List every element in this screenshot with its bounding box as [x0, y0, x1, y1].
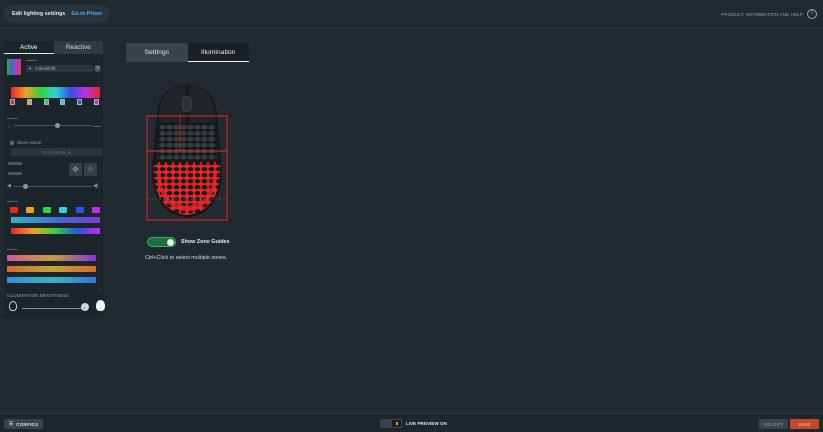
- scroll-wheel[interactable]: [182, 95, 192, 113]
- preset-gradient-3[interactable]: [7, 255, 96, 261]
- preset-gradient-2[interactable]: [11, 228, 100, 234]
- volume-low-icon: ◀: [7, 183, 11, 189]
- set-origin-button[interactable]: SET ORIGIN ⊕: [11, 148, 102, 156]
- revert-button[interactable]: REVERT: [759, 419, 788, 429]
- chevron-down-icon: ▾: [29, 65, 32, 71]
- wave-mode-label: Wave Mode: [17, 140, 42, 145]
- speed-slider-knob[interactable]: [55, 123, 60, 128]
- gradient-stop[interactable]: [77, 99, 83, 105]
- bulb-on-icon: [96, 300, 105, 311]
- brightness-slider-knob[interactable]: ☼: [80, 303, 89, 311]
- wave-mode-toggle[interactable]: Wave Mode: [10, 140, 41, 145]
- effect-label-placeholder: ▬▬▬: [26, 58, 37, 62]
- bulb-off-icon: [9, 301, 17, 311]
- palette-color[interactable]: [91, 207, 100, 213]
- mouse-illustration: [146, 83, 228, 221]
- color-gradient-bar[interactable]: [11, 87, 100, 98]
- effect-select[interactable]: ▾ ColorShift: [26, 65, 93, 72]
- tab-settings[interactable]: Settings: [126, 43, 188, 62]
- direction-value-placeholder: [8, 172, 22, 175]
- lighting-effect-panel: Active Reactive ▬▬▬ ▾ ColorShift ? ▬▬▬ ◂…: [4, 41, 105, 318]
- speed-label-placeholder: ▬▬▬: [7, 116, 18, 120]
- palette-label-placeholder: ▬▬▬: [7, 199, 18, 203]
- top-bar: Edit lighting settings Go to Prism PRODU…: [0, 0, 823, 29]
- checkbox-icon: [10, 140, 14, 145]
- live-indicator: [396, 422, 398, 425]
- tab-reactive[interactable]: Reactive: [53, 41, 103, 54]
- speed-max-placeholder: ▬▬: [93, 123, 101, 128]
- effect-color-swatch[interactable]: [7, 59, 21, 75]
- live-preview-toggle[interactable]: [380, 419, 402, 428]
- volume-high-icon: ◀): [93, 183, 99, 189]
- gradient-stop[interactable]: [26, 99, 32, 105]
- effect-select-value: ColorShift: [35, 66, 56, 71]
- gradient-stops: [10, 99, 99, 106]
- edit-lighting-pill: Edit lighting settings Go to Prism: [4, 5, 110, 23]
- zone-guides-toggle[interactable]: [147, 237, 176, 247]
- go-to-prism-link[interactable]: Go to Prism: [71, 11, 102, 17]
- color-palette: [10, 207, 100, 213]
- configs-button[interactable]: ☰ CONFIGS: [4, 419, 44, 429]
- palette-color[interactable]: [42, 207, 51, 213]
- gradient-stop[interactable]: [43, 99, 49, 105]
- preset-gradient-5[interactable]: [7, 277, 96, 283]
- move-alt-icon[interactable]: ✥: [84, 163, 97, 176]
- gradient-stop[interactable]: [10, 99, 15, 105]
- crosshair-icon: ⊕: [67, 149, 71, 155]
- move-icon[interactable]: ✥: [69, 163, 82, 176]
- zone-guides-row: Show Zone Guides: [147, 237, 230, 247]
- main-tabs: Settings Illumination: [126, 43, 249, 62]
- page-title: Edit lighting settings: [12, 11, 66, 17]
- live-preview-control[interactable]: LIVE PREVIEW ON: [380, 419, 447, 428]
- preset-gradient-4[interactable]: [7, 266, 96, 272]
- product-info-help-link[interactable]: PRODUCT INFORMATION AND HELP ?: [721, 9, 817, 19]
- configs-label: CONFIGS: [16, 421, 39, 427]
- brightness-slider-track[interactable]: [22, 308, 88, 309]
- bottom-bar: ☰ CONFIGS LIVE PREVIEW ON REVERT SAVE: [0, 413, 823, 432]
- tab-illumination[interactable]: Illumination: [187, 43, 249, 62]
- direction-label-placeholder: [8, 162, 22, 165]
- palette-color[interactable]: [26, 207, 35, 213]
- mouse-preview: [145, 82, 229, 222]
- question-icon: ?: [807, 9, 817, 19]
- effect-mode-tabs: Active Reactive: [4, 41, 103, 54]
- palette-color[interactable]: [75, 207, 84, 213]
- toggle-knob: [167, 239, 174, 246]
- set-origin-label: SET ORIGIN: [42, 149, 66, 155]
- collapse-icon[interactable]: ⌃: [98, 288, 102, 294]
- palette-color[interactable]: [59, 207, 68, 213]
- live-preview-label: LIVE PREVIEW ON: [406, 421, 447, 426]
- speed-min-icon: ◂: [7, 124, 10, 129]
- preset-gradient-1[interactable]: [11, 217, 100, 223]
- angle-slider-knob[interactable]: [23, 184, 28, 189]
- gradient-stop[interactable]: [94, 99, 99, 105]
- zone-guides-label: Show Zone Guides: [181, 239, 230, 245]
- tab-active[interactable]: Active: [4, 41, 54, 54]
- brightness-label: ILLUMINATION BRIGHTNESS: [7, 293, 69, 298]
- speed-slider-track[interactable]: [14, 125, 92, 126]
- info-icon[interactable]: ?: [94, 65, 101, 72]
- palette-color[interactable]: [10, 207, 18, 213]
- multi-select-hint: Ctrl+Click to select multiple zones.: [145, 255, 228, 261]
- save-button[interactable]: SAVE: [790, 419, 819, 429]
- list-icon: ☰: [9, 421, 14, 426]
- gradient-stop[interactable]: [60, 99, 66, 105]
- presets-label-placeholder: ▬▬▬: [7, 247, 18, 251]
- help-label: PRODUCT INFORMATION AND HELP: [721, 11, 803, 17]
